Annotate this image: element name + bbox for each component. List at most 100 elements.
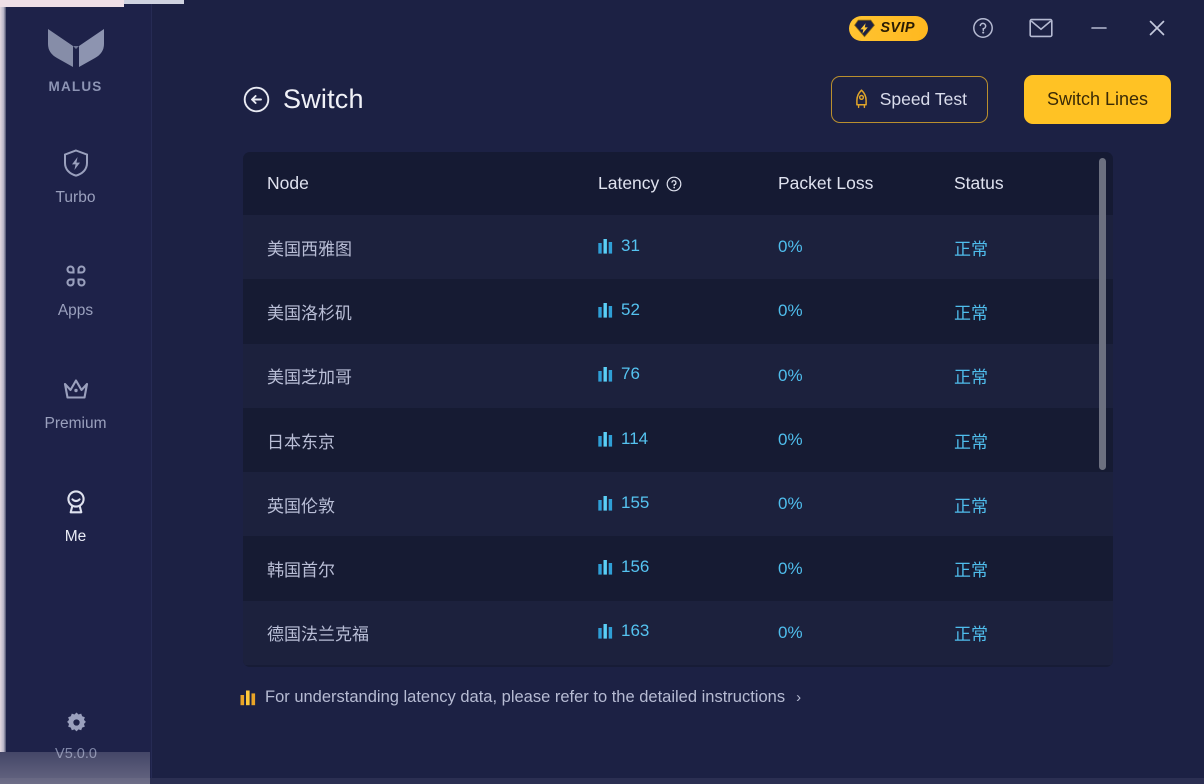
table-row[interactable]: 美国洛杉矶520%正常 [243,279,1113,343]
column-header-latency: Latency [598,173,778,194]
table-header-row: Node Latency Packet Loss [243,152,1113,215]
column-header-latency-label: Latency [598,173,659,194]
close-button[interactable] [1128,6,1186,50]
latency-instructions-text: For understanding latency data, please r… [265,688,785,707]
brand: MALUS [0,26,151,94]
cell-status: 正常 [954,299,1113,324]
cell-status: 正常 [954,620,1113,645]
back-button[interactable]: Switch [243,84,364,115]
table-scrollbar-thumb[interactable] [1099,158,1106,470]
sidebar-item-label: Me [65,528,87,546]
sidebar-item-premium[interactable]: Premium [0,368,151,481]
sidebar: MALUS Turbo [0,0,152,784]
cell-packet-loss: 0% [778,623,954,643]
gear-icon[interactable] [65,711,88,734]
bar-chart-icon [598,623,613,639]
question-circle-icon[interactable] [666,176,682,192]
node-table: Node Latency Packet Loss [243,152,1113,667]
cell-latency: 163 [598,621,778,644]
shield-bolt-icon [61,148,91,178]
table-body: 美国西雅图310%正常美国洛杉矶520%正常美国芝加哥760%正常日本东京114… [243,215,1113,667]
sidebar-item-label: Turbo [56,189,96,207]
rocket-icon [852,89,871,109]
user-circle-icon [61,487,91,517]
cell-latency: 114 [598,429,778,452]
sidebar-nav: Turbo Apps [0,142,151,594]
bar-chart-icon [598,431,613,447]
cell-packet-loss: 0% [778,301,954,321]
cell-node: 美国西雅图 [243,235,598,260]
window-edge-top [0,0,124,7]
cell-status: 正常 [954,556,1113,581]
cell-latency: 155 [598,493,778,516]
help-button[interactable] [954,6,1012,50]
chevron-right-icon: › [796,689,801,706]
cell-status: 正常 [954,492,1113,517]
sidebar-item-apps[interactable]: Apps [0,255,151,368]
cell-node: 韩国首尔 [243,556,598,581]
speed-test-button[interactable]: Speed Test [831,76,988,123]
page-header: Switch Speed Test Switch Lines [152,64,1204,134]
minimize-icon [1088,17,1110,39]
svip-label: SVIP [880,20,915,36]
sidebar-item-label: Apps [58,302,93,320]
latency-instructions-link[interactable]: For understanding latency data, please r… [240,688,801,707]
question-circle-icon [972,17,994,39]
cell-status: 正常 [954,235,1113,260]
cell-node: 英国伦敦 [243,492,598,517]
cell-status: 正常 [954,428,1113,453]
sidebar-item-turbo[interactable]: Turbo [0,142,151,255]
bar-chart-icon [598,495,613,511]
main-content: SVIP [152,0,1204,784]
column-header-status: Status [954,173,1113,194]
malus-butterfly-logo [45,26,107,70]
close-icon [1146,17,1168,39]
window-titlebar: SVIP [152,0,1204,56]
cell-node: 德国法兰克福 [243,620,598,645]
bar-chart-icon [598,559,613,575]
speed-test-label: Speed Test [880,89,967,110]
column-header-node: Node [243,173,598,194]
table-row[interactable]: 韩国首尔1560%正常 [243,536,1113,600]
crown-icon [61,374,91,404]
cell-node: 美国芝加哥 [243,363,598,388]
diamond-bolt-icon [854,19,875,38]
sidebar-item-label: Premium [44,415,106,433]
envelope-icon [1029,18,1053,38]
cell-status: 正常 [954,363,1113,388]
window-edge-bottom [0,778,1204,784]
cell-latency: 76 [598,364,778,387]
bar-chart-icon [240,689,256,706]
bar-chart-icon [598,366,613,382]
cell-node: 日本东京 [243,428,598,453]
cell-packet-loss: 0% [778,559,954,579]
cell-packet-loss: 0% [778,430,954,450]
cell-packet-loss: 0% [778,494,954,514]
brand-name: MALUS [49,79,103,94]
bar-chart-icon [598,302,613,318]
table-row[interactable]: 德国法兰克福1630%正常 [243,601,1113,665]
cell-latency: 156 [598,557,778,580]
table-row[interactable]: 美国西雅图310%正常 [243,215,1113,279]
svip-badge[interactable]: SVIP [849,16,928,41]
window-edge-bottom-left [0,752,150,784]
cell-latency: 52 [598,300,778,323]
bar-chart-icon [598,238,613,254]
switch-lines-button[interactable]: Switch Lines [1024,75,1171,124]
app-window: MALUS Turbo [0,0,1204,784]
table-row[interactable]: 英国伦敦1550%正常 [243,472,1113,536]
page-title: Switch [283,84,364,115]
cell-packet-loss: 0% [778,366,954,386]
minimize-button[interactable] [1070,6,1128,50]
back-circle-arrow-icon [243,86,270,113]
mail-button[interactable] [1012,6,1070,50]
window-edge-left [0,7,6,752]
table-row[interactable]: 日本东京1140%正常 [243,408,1113,472]
apps-grid-icon [61,261,91,291]
column-header-packet-loss: Packet Loss [778,173,954,194]
window-edge-top2 [124,0,184,4]
sidebar-item-me[interactable]: Me [0,481,151,594]
table-row[interactable]: 美国芝加哥760%正常 [243,344,1113,408]
cell-latency: 31 [598,236,778,259]
cell-packet-loss: 0% [778,237,954,257]
